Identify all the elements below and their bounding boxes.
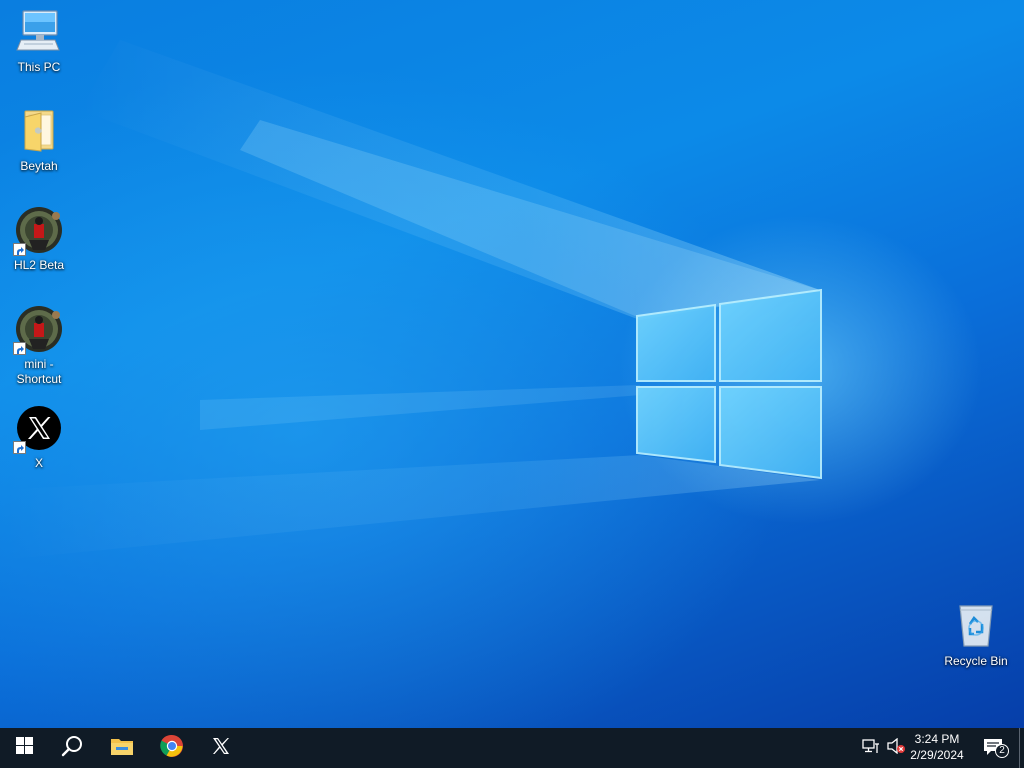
hl2-app-icon xyxy=(13,206,63,256)
recycle-bin-icon xyxy=(952,602,1000,650)
search-button[interactable] xyxy=(48,728,96,768)
notification-count-badge: 2 xyxy=(995,744,1009,758)
desktop-icon-label: This PC xyxy=(17,60,61,74)
shortcut-arrow-icon xyxy=(13,342,26,355)
desktop-icon-recycle-bin[interactable]: Recycle Bin xyxy=(936,602,1016,669)
x-logo-icon xyxy=(212,737,230,760)
windows-logo-icon xyxy=(15,737,33,759)
network-icon xyxy=(862,738,880,759)
file-explorer-icon xyxy=(110,736,134,761)
desktop-icon-hl2-beta[interactable]: HL2 Beta xyxy=(1,206,77,273)
wallpaper xyxy=(0,40,822,560)
tray-network[interactable] xyxy=(858,728,884,768)
x-logo-icon xyxy=(13,404,63,454)
wallpaper-windows-logo xyxy=(636,288,822,480)
action-center-button[interactable]: 2 xyxy=(976,728,1014,768)
computer-icon xyxy=(15,8,63,56)
folder-icon xyxy=(15,107,63,155)
desktop: This PC Beytah HL2 Beta mini - Shortcut … xyxy=(0,0,1024,728)
taskbar-file-explorer[interactable] xyxy=(98,728,146,768)
desktop-icon-label: Recycle Bin xyxy=(944,654,1008,668)
shortcut-arrow-icon xyxy=(13,441,26,454)
clock-time: 3:24 PM xyxy=(914,732,960,746)
desktop-icon-beytah-folder[interactable]: Beytah xyxy=(1,107,77,174)
show-desktop-button[interactable] xyxy=(1019,728,1024,768)
shortcut-arrow-icon xyxy=(13,243,26,256)
search-icon xyxy=(61,735,83,762)
start-button[interactable] xyxy=(0,728,48,768)
taskbar: 3:24 PM 2/29/2024 2 xyxy=(0,728,1024,768)
desktop-icon-label: Beytah xyxy=(20,159,58,173)
action-center-icon: 2 xyxy=(983,738,1009,758)
desktop-icon-mini-shortcut[interactable]: mini - Shortcut xyxy=(1,305,77,387)
desktop-icon-label: X xyxy=(34,456,43,470)
desktop-icon-x[interactable]: X xyxy=(1,404,77,471)
desktop-icon-this-pc[interactable]: This PC xyxy=(1,8,77,75)
chrome-icon xyxy=(160,734,184,763)
desktop-icon-label: mini - Shortcut xyxy=(16,357,62,386)
tray-clock[interactable]: 3:24 PM 2/29/2024 xyxy=(902,731,972,763)
taskbar-chrome[interactable] xyxy=(148,728,196,768)
clock-date: 2/29/2024 xyxy=(910,748,964,762)
taskbar-x[interactable] xyxy=(197,728,245,768)
desktop-icon-label: HL2 Beta xyxy=(13,258,65,272)
hl2-app-icon xyxy=(13,305,63,355)
